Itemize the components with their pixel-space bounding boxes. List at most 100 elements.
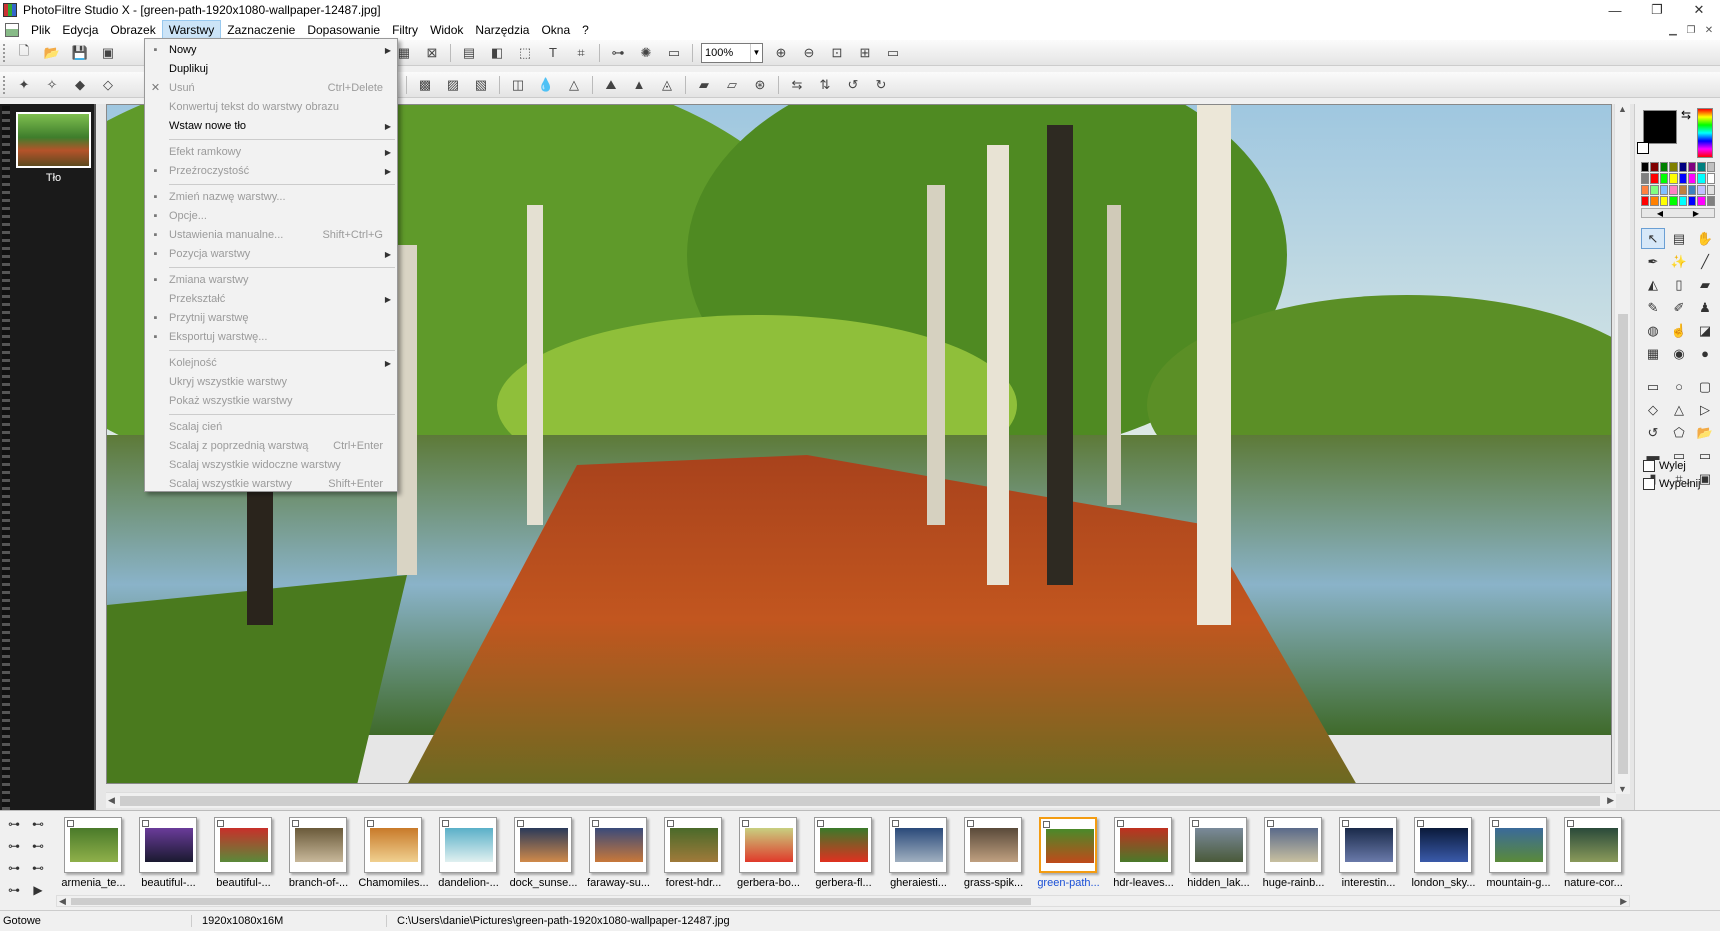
scroll-right-icon[interactable]: ▶ bbox=[1607, 795, 1614, 806]
polygon-lasso-icon[interactable]: ⬠ bbox=[1667, 422, 1691, 443]
palette-swatch[interactable] bbox=[1641, 162, 1650, 173]
lasso-icon[interactable]: ↺ bbox=[1641, 422, 1665, 443]
palette-swatch[interactable] bbox=[1659, 195, 1669, 206]
thumbnail-item[interactable]: hdr-leaves... bbox=[1106, 815, 1181, 893]
palette-swatch[interactable] bbox=[1687, 195, 1697, 206]
screen-icon[interactable]: ▭ bbox=[663, 42, 685, 64]
doc-minimize-icon[interactable]: ▁ bbox=[1664, 20, 1682, 40]
sparkle-plus-icon[interactable]: ✧ bbox=[41, 74, 63, 96]
fill-option[interactable]: Wypełnij bbox=[1643, 478, 1700, 490]
blur-drop-icon[interactable]: ◍ bbox=[1641, 320, 1665, 341]
folder-refresh-icon[interactable]: ⊷ bbox=[26, 857, 50, 879]
zoom-select[interactable]: 100% ▼ bbox=[701, 42, 763, 63]
folder-tree-icon[interactable]: ⊶ bbox=[2, 813, 26, 835]
thumbnail-item[interactable]: nature-cor... bbox=[1556, 815, 1631, 893]
swap-colors-icon[interactable]: ⇆ bbox=[1681, 108, 1691, 122]
scroll-right-icon[interactable]: ▶ bbox=[1620, 896, 1627, 907]
triangle-right-icon[interactable]: ▷ bbox=[1693, 399, 1717, 420]
flip-vertical-icon[interactable]: ⇅ bbox=[814, 74, 836, 96]
ellipse-select-icon[interactable]: ○ bbox=[1667, 376, 1691, 397]
color-palette[interactable] bbox=[1641, 162, 1715, 206]
palette-swatch[interactable] bbox=[1669, 173, 1678, 184]
thumbnail-item[interactable]: gerbera-fl... bbox=[806, 815, 881, 893]
folder-open-icon[interactable]: ⊷ bbox=[26, 835, 50, 857]
fit-window-icon[interactable]: ⊡ bbox=[826, 42, 848, 64]
thumbnail-item[interactable]: beautiful-... bbox=[131, 815, 206, 893]
texture-icon[interactable]: ◬ bbox=[656, 74, 678, 96]
open-shape-icon[interactable]: 📂 bbox=[1693, 422, 1717, 443]
contrast-icon[interactable]: ▩ bbox=[414, 74, 436, 96]
palette-swatch[interactable] bbox=[1659, 173, 1669, 184]
thumbnail-checkbox-icon[interactable] bbox=[292, 820, 299, 827]
menu-help[interactable]: ? bbox=[576, 20, 595, 40]
palette-swatch[interactable] bbox=[1697, 195, 1706, 206]
chevron-down-icon[interactable]: ▼ bbox=[750, 43, 762, 62]
thumbnail-checkbox-icon[interactable] bbox=[1192, 820, 1199, 827]
thumbnail-checkbox-icon[interactable] bbox=[1492, 820, 1499, 827]
open-file-icon[interactable]: 📂 bbox=[41, 42, 63, 64]
thumbnail-item[interactable]: grass-spik... bbox=[956, 815, 1031, 893]
thumbnail-item[interactable]: armenia_te... bbox=[56, 815, 131, 893]
menu-item[interactable]: Pokaż wszystkie warstwy bbox=[145, 392, 397, 411]
ratio-32-icon[interactable]: ▭ bbox=[1693, 445, 1717, 466]
menu-item[interactable]: Kolejność ▶ bbox=[145, 354, 397, 373]
rotate-left-icon[interactable]: ↺ bbox=[842, 74, 864, 96]
palette-swatch[interactable] bbox=[1687, 184, 1697, 195]
palette-swatch[interactable] bbox=[1706, 184, 1715, 195]
palette-left-icon[interactable]: ◀ bbox=[1657, 209, 1663, 218]
thumbnail-checkbox-icon[interactable] bbox=[517, 820, 524, 827]
relief-icon[interactable]: ▲ bbox=[628, 74, 650, 96]
fill-bucket-icon[interactable]: ◭ bbox=[1641, 274, 1665, 295]
flip-horizontal-icon[interactable]: ⇆ bbox=[786, 74, 808, 96]
line-tool-icon[interactable]: ╱ bbox=[1693, 251, 1717, 272]
play-icon[interactable]: ▶ bbox=[26, 879, 50, 901]
scroll-down-icon[interactable]: ▼ bbox=[1618, 784, 1627, 794]
thumbnail-checkbox-icon[interactable] bbox=[742, 820, 749, 827]
document-icon[interactable] bbox=[5, 23, 19, 37]
palette-swatch[interactable] bbox=[1678, 173, 1687, 184]
fill-checkbox[interactable] bbox=[1643, 478, 1655, 490]
maximize-button[interactable]: ❐ bbox=[1636, 0, 1678, 20]
thumbnail-item[interactable]: branch-of-... bbox=[281, 815, 356, 893]
palette-swatch[interactable] bbox=[1678, 184, 1687, 195]
menu-warstwy[interactable]: Warstwy bbox=[161, 20, 222, 40]
palette-swatch[interactable] bbox=[1659, 184, 1669, 195]
horizontal-scrollbar[interactable]: ◀ ▶ bbox=[106, 792, 1616, 808]
menu-edycja[interactable]: Edycja bbox=[56, 20, 104, 40]
thumbnail-item[interactable]: forest-hdr... bbox=[656, 815, 731, 893]
rectangle-select-icon[interactable]: ▭ bbox=[1641, 376, 1665, 397]
menu-zaznaczenie[interactable]: Zaznaczenie bbox=[221, 20, 301, 40]
close-button[interactable]: ✕ bbox=[1678, 0, 1720, 20]
stamp-icon[interactable]: ♟ bbox=[1693, 297, 1717, 318]
menu-item[interactable]: ▪ Zmiana warstwy bbox=[145, 271, 397, 290]
thumbnail-item[interactable]: gheraiesti... bbox=[881, 815, 956, 893]
palette-swatch[interactable] bbox=[1650, 162, 1659, 173]
background-color[interactable] bbox=[1637, 142, 1649, 154]
pattern-icon[interactable]: ▦ bbox=[1641, 343, 1665, 364]
palette-swatch[interactable] bbox=[1706, 173, 1715, 184]
thumbnail-checkbox-icon[interactable] bbox=[967, 820, 974, 827]
menu-item[interactable]: Efekt ramkowy ▶ bbox=[145, 143, 397, 162]
menu-item[interactable]: Scalaj wszystkie warstwy Shift+Enter bbox=[145, 475, 397, 494]
minimize-button[interactable]: — bbox=[1594, 0, 1636, 20]
scroll-thumb[interactable] bbox=[1618, 314, 1628, 774]
sharpen-icon[interactable]: △ bbox=[563, 74, 585, 96]
menu-item[interactable]: ▪ Opcje... bbox=[145, 207, 397, 226]
layer-tree-icon[interactable]: ⊶ bbox=[607, 42, 629, 64]
menu-item[interactable]: ▪ Przeźroczystość ▶ bbox=[145, 162, 397, 181]
palette-swatch[interactable] bbox=[1641, 173, 1650, 184]
menu-item[interactable]: Ukryj wszystkie warstwy bbox=[145, 373, 397, 392]
palette-swatch[interactable] bbox=[1641, 195, 1650, 206]
triangle-select-icon[interactable]: △ bbox=[1667, 399, 1691, 420]
menu-item[interactable]: Scalaj wszystkie widoczne warstwy bbox=[145, 456, 397, 475]
rounded-rect-icon[interactable]: ▢ bbox=[1693, 376, 1717, 397]
palette-swatch[interactable] bbox=[1678, 195, 1687, 206]
doc-restore-icon[interactable]: ❐ bbox=[1682, 20, 1700, 40]
thumbnail-item[interactable]: mountain-g... bbox=[1481, 815, 1556, 893]
palette-swatch[interactable] bbox=[1706, 162, 1715, 173]
hand-tool-icon[interactable]: ✋ bbox=[1693, 228, 1717, 249]
thumbnail-checkbox-icon[interactable] bbox=[1043, 821, 1050, 828]
palette-swatch[interactable] bbox=[1687, 173, 1697, 184]
zoom-in-icon[interactable]: ⊕ bbox=[770, 42, 792, 64]
palette-swatch[interactable] bbox=[1650, 173, 1659, 184]
